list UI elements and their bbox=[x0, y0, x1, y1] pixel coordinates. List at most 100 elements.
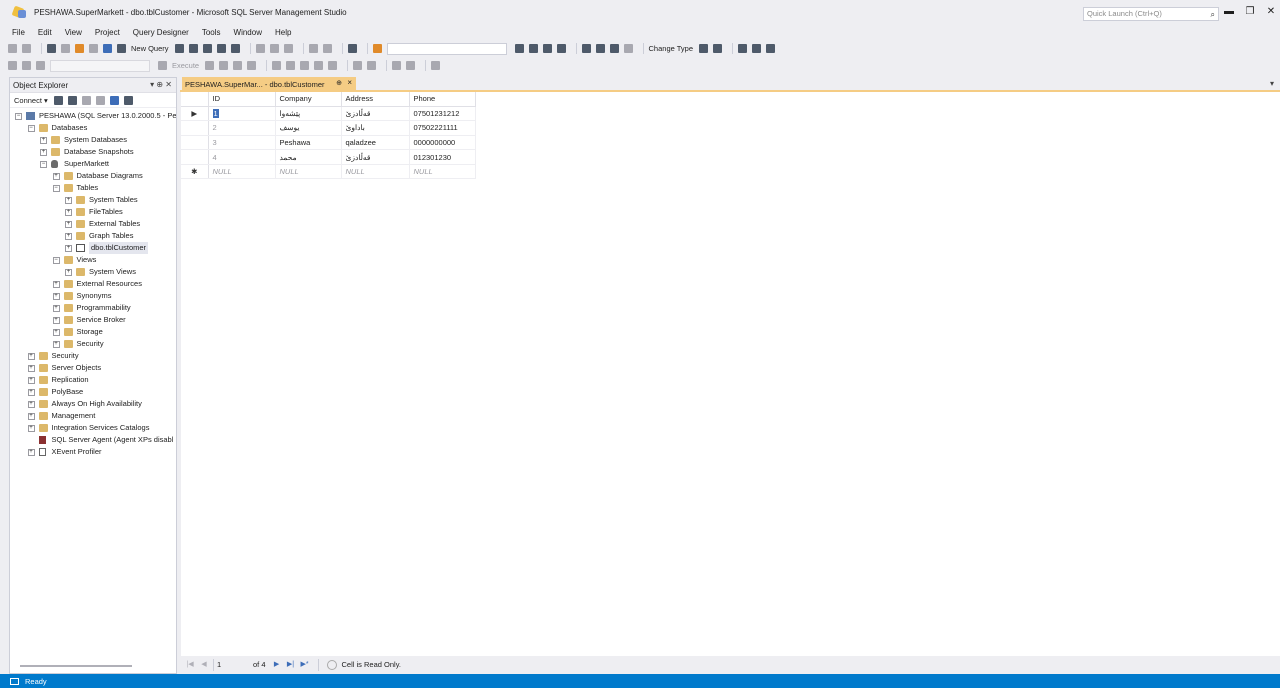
group-by-icon[interactable] bbox=[738, 44, 747, 53]
tree-node-filetables[interactable]: + FileTables bbox=[10, 206, 176, 218]
menu-file[interactable]: File bbox=[12, 28, 25, 37]
properties-icon[interactable] bbox=[528, 44, 538, 53]
restore-icon[interactable]: ❐ bbox=[1243, 6, 1257, 17]
tree-node-management[interactable]: + Management bbox=[10, 410, 176, 422]
show-criteria-pane-icon[interactable] bbox=[595, 44, 605, 53]
cell-address[interactable]: باداوێ bbox=[341, 120, 410, 136]
tree-node-xevent-profiler[interactable]: + XEvent Profiler bbox=[10, 446, 176, 458]
tree-node-programmability[interactable]: + Programmability bbox=[10, 302, 176, 314]
execute-icon[interactable] bbox=[158, 61, 167, 70]
expand-icon[interactable]: + bbox=[27, 401, 35, 408]
table-row[interactable]: 4 محمد قەڵادزێ 012301230 bbox=[181, 149, 476, 165]
expand-icon[interactable]: + bbox=[27, 389, 35, 396]
expand-icon[interactable]: + bbox=[65, 233, 72, 240]
new-query-icon[interactable] bbox=[117, 44, 126, 53]
previous-record-icon[interactable]: ◀ bbox=[199, 660, 209, 670]
expand-icon[interactable]: + bbox=[27, 365, 35, 372]
cell-phone[interactable]: 0000000000 bbox=[409, 135, 476, 151]
expand-icon[interactable]: + bbox=[27, 413, 35, 420]
horizontal-scrollbar[interactable] bbox=[20, 665, 132, 667]
table-row[interactable]: 2 یوسف باداوێ 07502221111 bbox=[181, 120, 476, 136]
cell-id[interactable]: 1 bbox=[208, 106, 276, 122]
display-plan-icon[interactable] bbox=[233, 61, 243, 70]
cell-address[interactable]: قەڵادزێ bbox=[341, 149, 410, 165]
expand-icon[interactable]: + bbox=[27, 425, 35, 432]
connect-icon[interactable] bbox=[53, 95, 63, 105]
find-icon[interactable] bbox=[372, 44, 382, 53]
tree-node-graph-tables[interactable]: + Graph Tables bbox=[10, 230, 176, 242]
new-query-button[interactable]: New Query bbox=[131, 44, 169, 53]
disconnect-editor-icon[interactable] bbox=[22, 61, 31, 70]
expand-icon[interactable]: + bbox=[27, 449, 35, 456]
analysis-dmx-icon[interactable] bbox=[202, 44, 212, 53]
disconnect-icon[interactable] bbox=[67, 95, 77, 105]
query-designer-icon[interactable] bbox=[247, 61, 257, 70]
expand-icon[interactable]: + bbox=[65, 269, 72, 276]
menu-edit[interactable]: Edit bbox=[38, 28, 52, 37]
analysis-xmla-icon[interactable] bbox=[216, 44, 226, 53]
solution-explorer-icon[interactable] bbox=[514, 44, 524, 53]
add-new-derived-table-icon[interactable] bbox=[766, 44, 775, 53]
tab-pin-icon[interactable]: ⊕ bbox=[336, 79, 342, 87]
tree-node-system-databases[interactable]: + System Databases bbox=[10, 134, 176, 146]
change-type-button[interactable]: Change Type bbox=[649, 44, 693, 53]
execute-button[interactable]: Execute bbox=[172, 61, 199, 70]
cell-address[interactable]: قەڵادزێ bbox=[341, 106, 410, 122]
tab-overflow-icon[interactable]: ▾ bbox=[1270, 79, 1274, 88]
cell-phone[interactable]: 07501231212 bbox=[409, 106, 476, 122]
tree-node-external-tables[interactable]: + External Tables bbox=[10, 218, 176, 230]
table-row[interactable]: 3 Peshawa qaladzee 0000000000 bbox=[181, 135, 476, 151]
refresh-icon[interactable] bbox=[109, 95, 119, 105]
quick-launch-input[interactable]: Quick Launch (Ctrl+Q) ⌕ bbox=[1083, 7, 1219, 21]
expand-icon[interactable]: + bbox=[40, 149, 47, 156]
cut-icon[interactable] bbox=[255, 44, 265, 53]
connect-editor-icon[interactable] bbox=[8, 61, 17, 70]
expand-icon[interactable]: + bbox=[52, 305, 60, 312]
tree-node-synonyms[interactable]: + Synonyms bbox=[10, 290, 176, 302]
expand-icon[interactable]: + bbox=[65, 197, 72, 204]
add-table-icon[interactable] bbox=[752, 44, 761, 53]
menu-help[interactable]: Help bbox=[275, 28, 291, 37]
cell-phone[interactable]: 012301230 bbox=[409, 149, 476, 165]
cell-company[interactable]: Peshawa bbox=[275, 135, 342, 151]
record-position-input[interactable]: 1 bbox=[213, 658, 249, 671]
analysis-dax-icon[interactable] bbox=[230, 44, 240, 53]
increase-indent-icon[interactable] bbox=[406, 61, 416, 70]
tab-close-icon[interactable]: × bbox=[347, 78, 352, 87]
collapse-icon[interactable]: − bbox=[27, 125, 35, 132]
client-stats-icon[interactable] bbox=[286, 61, 296, 70]
column-header-company[interactable]: Company bbox=[275, 92, 342, 107]
row-selector[interactable] bbox=[181, 120, 209, 136]
stop-icon[interactable] bbox=[81, 95, 91, 105]
expand-icon[interactable]: + bbox=[52, 341, 60, 348]
tree-node-database-diagrams[interactable]: + Database Diagrams bbox=[10, 170, 176, 182]
row-selector[interactable]: ▶ bbox=[181, 106, 209, 122]
db-engine-query-icon[interactable] bbox=[174, 44, 184, 53]
undo-icon[interactable] bbox=[308, 44, 318, 53]
new-row[interactable]: ✱ NULL NULL NULL NULL bbox=[181, 164, 476, 180]
save-icon[interactable] bbox=[89, 44, 98, 53]
tree-node-service-broker[interactable]: + Service Broker bbox=[10, 314, 176, 326]
pin-icon[interactable]: ▾ ⊕ ✕ bbox=[150, 80, 172, 89]
filter-icon[interactable] bbox=[95, 95, 105, 105]
show-results-pane-icon[interactable] bbox=[623, 44, 633, 53]
back-icon[interactable] bbox=[8, 44, 17, 53]
cell-id[interactable]: 2 bbox=[208, 120, 276, 136]
menu-window[interactable]: Window bbox=[234, 28, 262, 37]
column-header-address[interactable]: Address bbox=[341, 92, 410, 107]
tree-node-databases[interactable]: − Databases bbox=[10, 122, 176, 134]
cell-company[interactable]: محمد bbox=[275, 149, 342, 165]
cell-phone[interactable]: 07502221111 bbox=[409, 120, 476, 136]
results-to-grid-icon[interactable] bbox=[314, 61, 324, 70]
tree-node-database-snapshots[interactable]: + Database Snapshots bbox=[10, 146, 176, 158]
next-record-icon[interactable]: ▶ bbox=[272, 660, 282, 670]
cell-id[interactable]: NULL bbox=[208, 164, 276, 180]
tree-node-security[interactable]: + Security bbox=[10, 350, 176, 362]
uncomment-icon[interactable] bbox=[367, 61, 377, 70]
expand-icon[interactable]: + bbox=[65, 209, 72, 216]
tree-node-supermarkett[interactable]: − SuperMarkett bbox=[10, 158, 176, 170]
show-sql-pane-icon[interactable] bbox=[609, 44, 619, 53]
copy-icon[interactable] bbox=[269, 44, 279, 53]
new-project-icon[interactable] bbox=[47, 44, 56, 53]
open-file-icon[interactable] bbox=[75, 44, 84, 53]
